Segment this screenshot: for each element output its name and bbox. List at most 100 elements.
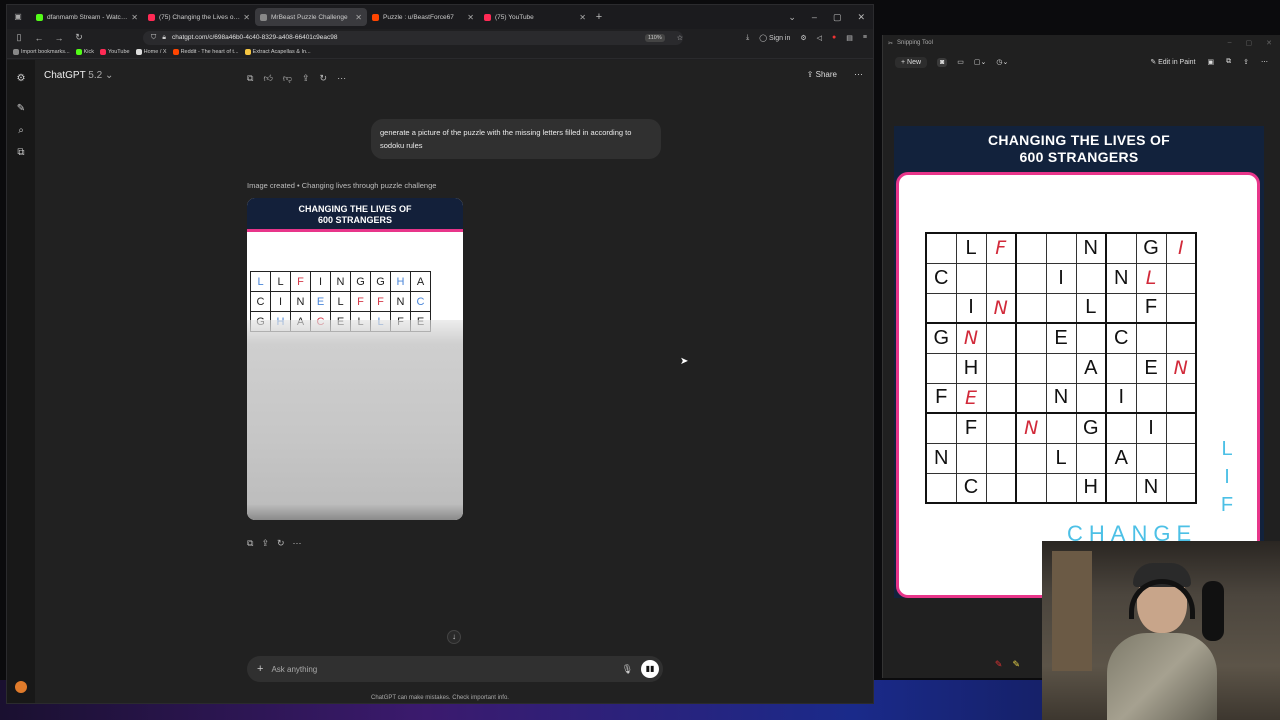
puzzle-cell: N bbox=[1075, 232, 1107, 264]
forward-button[interactable]: → bbox=[53, 33, 65, 43]
tab-favicon-icon bbox=[372, 13, 379, 21]
thumbs-down-icon[interactable]: 👎︎ bbox=[283, 73, 292, 84]
browser-tab[interactable]: dfanmamb Stream - Watch Live✕ bbox=[31, 8, 143, 26]
sign-in-button[interactable]: ◯ Sign in bbox=[759, 34, 790, 42]
close-icon[interactable]: ✕ bbox=[579, 13, 586, 22]
video-icon[interactable]: ▭ bbox=[957, 58, 964, 66]
more-icon[interactable]: ⋯ bbox=[1261, 58, 1268, 66]
share-icon[interactable]: ⇪ bbox=[261, 538, 269, 549]
new-tab-button[interactable]: + bbox=[591, 11, 607, 23]
openai-logo-icon[interactable]: ⚙ bbox=[14, 72, 28, 86]
share-icon[interactable]: ⇪ bbox=[1243, 58, 1249, 66]
thumbs-up-icon[interactable]: 👍︎ bbox=[263, 73, 272, 84]
sidebar-toggle-icon[interactable]: ▯ bbox=[13, 32, 25, 43]
pen-icon[interactable]: ✎ bbox=[995, 659, 1003, 670]
new-chat-icon[interactable]: ✎ bbox=[14, 102, 28, 116]
more-icon[interactable]: ⋯ bbox=[293, 538, 302, 549]
puzzle-cell bbox=[985, 472, 1017, 504]
sidebar-icon[interactable]: ▤ bbox=[846, 34, 853, 42]
bookmarks-bar: Import bookmarks... Kick YouTube Home / X Re… bbox=[7, 46, 873, 59]
shield-icon[interactable]: ⛉ bbox=[151, 34, 156, 42]
back-button[interactable]: ← bbox=[33, 33, 45, 43]
close-icon[interactable]: ✕ bbox=[467, 13, 474, 22]
scissors-icon: ✂ bbox=[888, 40, 894, 47]
grid-cell: I bbox=[270, 291, 291, 312]
puzzle-cell: F bbox=[955, 412, 987, 444]
share-icon[interactable]: ⇪ bbox=[302, 73, 310, 84]
bookmark-item[interactable]: Kick bbox=[75, 49, 94, 55]
copy-icon[interactable]: ⧉ bbox=[247, 538, 253, 549]
avatar[interactable] bbox=[15, 681, 27, 693]
puzzle-cell: I bbox=[1105, 382, 1137, 414]
camera-icon[interactable]: ◙ bbox=[937, 57, 948, 67]
tab-label: MrBeast Puzzle Challenge bbox=[271, 13, 348, 21]
share-button[interactable]: ⇪ Share bbox=[807, 70, 837, 79]
puzzle-cell: N bbox=[1135, 472, 1167, 504]
url-text: chatgpt.com/c/698a46b0-4c40-8329-a408-66… bbox=[171, 34, 338, 41]
grid-cell: N bbox=[330, 271, 351, 292]
plus-icon[interactable]: + bbox=[257, 663, 263, 675]
bookmark-item[interactable]: YouTube bbox=[100, 49, 130, 55]
highlighter-icon[interactable]: ✎ bbox=[1012, 659, 1020, 670]
tab-actions-icon[interactable]: ▣ bbox=[13, 12, 23, 22]
copy-icon[interactable]: ⧉ bbox=[247, 73, 253, 84]
bookmark-icon bbox=[135, 49, 142, 55]
extensions-icon[interactable]: ⚙ bbox=[800, 34, 806, 42]
new-snip-button[interactable]: + New bbox=[895, 56, 928, 68]
timer-icon[interactable]: ◷⌄ bbox=[996, 58, 1008, 66]
close-icon[interactable]: ✕ bbox=[131, 13, 138, 22]
chevron-down-icon: ⌄ bbox=[104, 70, 114, 81]
save-icon[interactable]: ▣ bbox=[1208, 58, 1215, 66]
voice-mode-button[interactable]: ▮▮ bbox=[641, 660, 659, 678]
bookmark-item[interactable]: Reddit - The heart of t... bbox=[172, 49, 239, 55]
maximize-button[interactable]: ▢ bbox=[833, 12, 842, 23]
lock-icon[interactable]: 🔒︎ bbox=[162, 34, 166, 42]
menu-icon[interactable]: ≡ bbox=[863, 34, 867, 41]
regenerate-icon[interactable]: ↻ bbox=[320, 73, 328, 84]
bookmark-item[interactable]: Import bookmarks... bbox=[13, 49, 70, 55]
maximize-button[interactable]: ▢ bbox=[1246, 39, 1253, 47]
mic-icon[interactable]: 🎙︎ bbox=[622, 664, 633, 675]
address-bar[interactable]: ⛉ 🔒︎ chatgpt.com/c/698a46b0-4c40-8329-a4… bbox=[143, 30, 683, 45]
puzzle-cell: N bbox=[1105, 262, 1137, 294]
library-icon[interactable]: ⧉ bbox=[14, 146, 28, 160]
close-window-button[interactable]: ✕ bbox=[1266, 39, 1272, 47]
scroll-down-button[interactable]: ↓ bbox=[447, 630, 461, 644]
prompt-input[interactable]: Ask anything bbox=[271, 665, 317, 674]
extension-badge-icon[interactable]: ● bbox=[832, 34, 836, 41]
puzzle-cell: F bbox=[985, 232, 1017, 264]
composer[interactable]: + Ask anything 🎙︎ ▮▮ bbox=[247, 656, 663, 682]
close-icon[interactable]: ✕ bbox=[243, 13, 250, 22]
search-icon[interactable]: ⌕ bbox=[14, 124, 28, 138]
browser-tab[interactable]: Puzzle : u/BeastForce67 ✕ bbox=[367, 8, 479, 26]
puzzle-cell bbox=[1075, 442, 1107, 474]
bookmark-item[interactable]: Home / X bbox=[135, 49, 167, 55]
puzzle-row: FNGI bbox=[925, 412, 1197, 444]
generated-image[interactable]: CHANGING THE LIVES OF 600 STRANGERS LLFI… bbox=[247, 198, 463, 520]
bookmark-label: Import bookmarks... bbox=[21, 49, 70, 55]
snip-mode-icon[interactable]: ▢⌄ bbox=[974, 58, 986, 66]
browser-tab[interactable]: (75) YouTube ✕ bbox=[479, 8, 591, 26]
reload-button[interactable]: ↻ bbox=[73, 32, 85, 43]
more-icon[interactable]: ⋯ bbox=[337, 73, 346, 84]
regenerate-icon[interactable]: ↻ bbox=[277, 538, 285, 549]
minimize-button[interactable]: – bbox=[1228, 39, 1232, 47]
more-options-icon[interactable]: ⋯ bbox=[854, 69, 863, 80]
download-icon[interactable]: ⤓ bbox=[746, 34, 749, 42]
copy-icon[interactable]: ⧉ bbox=[1226, 58, 1231, 66]
browser-tab[interactable]: (75) Changing the Lives of 600 ✕ bbox=[143, 8, 255, 26]
tab-list-chevron-icon[interactable]: ⌄ bbox=[788, 12, 796, 23]
zoom-level[interactable]: 110% bbox=[645, 33, 665, 42]
bookmark-star-icon[interactable]: ☆ bbox=[677, 34, 683, 42]
model-selector[interactable]: ChatGPT 5.2 ⌄ bbox=[44, 70, 113, 81]
close-window-button[interactable]: ✕ bbox=[857, 12, 865, 23]
bookmark-item[interactable]: Extract Acapellas & In... bbox=[244, 49, 311, 55]
audio-icon[interactable]: ◁ bbox=[817, 34, 822, 42]
minimize-button[interactable]: – bbox=[812, 12, 817, 23]
puzzle-row: C INL bbox=[925, 262, 1197, 294]
puzzle-cell: F bbox=[925, 382, 957, 414]
close-icon[interactable]: ✕ bbox=[355, 13, 362, 22]
bookmark-icon bbox=[75, 49, 82, 55]
browser-tab[interactable]: MrBeast Puzzle Challenge ✕ bbox=[255, 8, 367, 26]
edit-in-paint-button[interactable]: ✎ Edit in Paint bbox=[1150, 58, 1195, 66]
